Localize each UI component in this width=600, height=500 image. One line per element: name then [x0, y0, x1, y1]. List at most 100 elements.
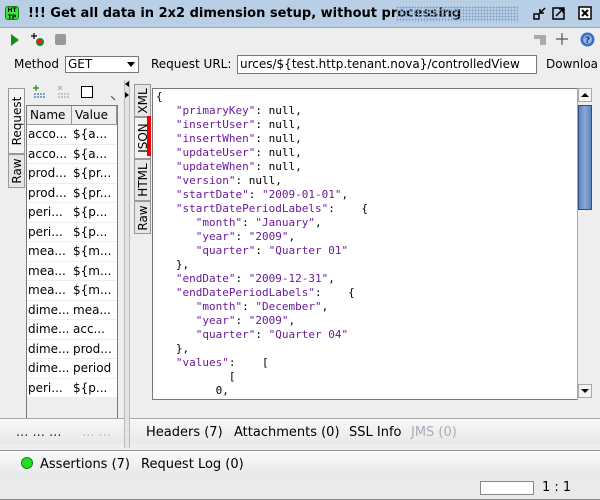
param-value-cell[interactable]: ${p... — [72, 223, 117, 242]
method-select[interactable]: GET — [65, 56, 139, 73]
json-punctuation: : null, — [255, 160, 302, 173]
svg-text:?: ? — [585, 36, 590, 46]
param-value-cell[interactable]: ${m... — [72, 281, 117, 300]
tab-ssl-info[interactable]: SSL Info — [349, 425, 401, 440]
json-token: "2009-12-31" — [248, 272, 329, 285]
request-url-input[interactable]: urces/${test.http.tenant.nova}/controlle… — [237, 55, 537, 74]
param-value-cell[interactable]: period — [72, 359, 117, 378]
add-assertion-icon[interactable] — [30, 32, 46, 51]
tile-icon[interactable] — [533, 34, 547, 49]
param-name-cell[interactable]: prod... — [27, 164, 72, 183]
tab-request[interactable]: Request — [8, 88, 25, 154]
table-row[interactable]: dime... period — [27, 359, 117, 379]
play-icon[interactable] — [10, 33, 20, 50]
param-name-cell[interactable]: dime... — [27, 301, 72, 320]
response-editor[interactable]: { "primaryKey": null, "insertUser": null… — [152, 88, 592, 400]
column-value[interactable]: Value — [72, 106, 117, 124]
code-line: { — [156, 90, 368, 104]
param-name-cell[interactable]: prod... — [27, 184, 72, 203]
json-punctuation: : null, — [255, 132, 302, 145]
scroll-up-button[interactable] — [578, 88, 592, 102]
table-row[interactable]: peri... ${p... — [27, 378, 117, 398]
collapse-arrows-icon[interactable] — [124, 80, 132, 102]
param-name-cell[interactable]: peri... — [27, 203, 72, 222]
table-row[interactable]: mea... ${m... — [27, 261, 117, 281]
tab-raw-response-label: Raw — [135, 204, 150, 231]
json-punctuation: , — [288, 314, 296, 327]
json-punctuation: : null, — [235, 174, 282, 187]
close-icon[interactable] — [578, 6, 592, 20]
param-name-cell[interactable]: acco... — [27, 145, 72, 164]
add-param-icon[interactable] — [32, 85, 46, 102]
split-pane-divider[interactable] — [124, 80, 130, 448]
title-drag-handle[interactable] — [396, 6, 518, 22]
table-row[interactable]: dime... mea... — [27, 300, 117, 320]
param-name-cell[interactable]: mea... — [27, 281, 72, 300]
param-value-cell[interactable]: ${m... — [72, 262, 117, 281]
param-name-cell[interactable]: mea... — [27, 242, 72, 261]
code-line: "version": null, — [156, 174, 368, 188]
table-row[interactable]: acco... ${a... — [27, 144, 117, 164]
table-row[interactable]: mea... ${m... — [27, 281, 117, 301]
table-row[interactable]: acco... ${a... — [27, 125, 117, 145]
minimize-icon[interactable] — [533, 6, 547, 20]
remove-param-icon[interactable] — [56, 85, 70, 102]
tab-xml[interactable]: XML — [134, 84, 151, 117]
param-name-cell[interactable]: acco... — [27, 125, 72, 144]
table-row[interactable]: peri... ${p... — [27, 222, 117, 242]
json-token: "startDatePeriodLabels" — [175, 202, 329, 215]
table-row[interactable]: mea... ${m... — [27, 242, 117, 262]
chevron-down-icon — [127, 62, 135, 67]
param-name-cell[interactable]: dime... — [27, 340, 72, 359]
table-row[interactable]: prod... ${pr... — [27, 164, 117, 184]
tab-headers[interactable]: Headers (7) — [146, 425, 223, 440]
json-token: "2009" — [248, 314, 289, 327]
param-value-cell[interactable]: acc... — [72, 320, 117, 339]
param-value-cell[interactable]: ${p... — [72, 379, 117, 398]
param-value-cell[interactable]: ${pr... — [72, 164, 117, 183]
scroll-thumb[interactable] — [578, 105, 592, 210]
table-row[interactable]: dime... acc... — [27, 320, 117, 340]
param-value-cell[interactable]: prod... — [72, 340, 117, 359]
param-value-cell[interactable]: ${p... — [72, 203, 117, 222]
scroll-down-button[interactable] — [578, 384, 592, 398]
json-punctuation: }, — [156, 342, 190, 355]
stop-icon[interactable] — [55, 34, 66, 48]
json-punctuation — [156, 244, 196, 257]
code-line: "year": "2009", — [156, 230, 368, 244]
json-punctuation: : — [235, 230, 249, 243]
json-token: "endDate" — [175, 272, 236, 285]
param-value-cell[interactable]: ${pr... — [72, 184, 117, 203]
json-token: "insertUser" — [175, 118, 256, 131]
param-value-cell[interactable]: mea... — [72, 301, 117, 320]
param-name-cell[interactable]: peri... — [27, 223, 72, 242]
more-icon[interactable] — [110, 90, 116, 104]
param-value-cell[interactable]: ${a... — [72, 125, 117, 144]
tab-attachments[interactable]: Attachments (0) — [234, 425, 340, 440]
tab-raw-response[interactable]: Raw — [134, 201, 151, 234]
table-row[interactable]: peri... ${p... — [27, 203, 117, 223]
json-punctuation — [156, 230, 196, 243]
json-token: "Quarter 01" — [268, 244, 349, 257]
param-value-cell[interactable]: ${m... — [72, 242, 117, 261]
column-name[interactable]: Name — [27, 106, 72, 124]
table-row[interactable]: prod... ${pr... — [27, 183, 117, 203]
response-scrollbar[interactable] — [577, 88, 592, 400]
maximize-icon[interactable] — [552, 6, 566, 20]
param-value-cell[interactable]: ${a... — [72, 145, 117, 164]
help-icon[interactable]: ? — [580, 32, 595, 50]
param-name-cell[interactable]: mea... — [27, 262, 72, 281]
table-row[interactable]: dime... prod... — [27, 339, 117, 359]
code-line: "primaryKey": null, — [156, 104, 368, 118]
json-punctuation: [ — [156, 370, 236, 383]
tab-request-log[interactable]: Request Log (0) — [141, 457, 244, 472]
tab-raw-request[interactable]: Raw — [8, 154, 25, 188]
param-name-cell[interactable]: dime... — [27, 359, 72, 378]
tab-html[interactable]: HTML — [134, 159, 151, 201]
param-name-cell[interactable]: peri... — [27, 379, 72, 398]
json-punctuation: : — [235, 314, 249, 327]
param-name-cell[interactable]: dime... — [27, 320, 72, 339]
plus-icon[interactable] — [555, 32, 569, 49]
checkbox-icon[interactable] — [81, 86, 93, 101]
tab-assertions[interactable]: Assertions (7) — [40, 457, 130, 472]
